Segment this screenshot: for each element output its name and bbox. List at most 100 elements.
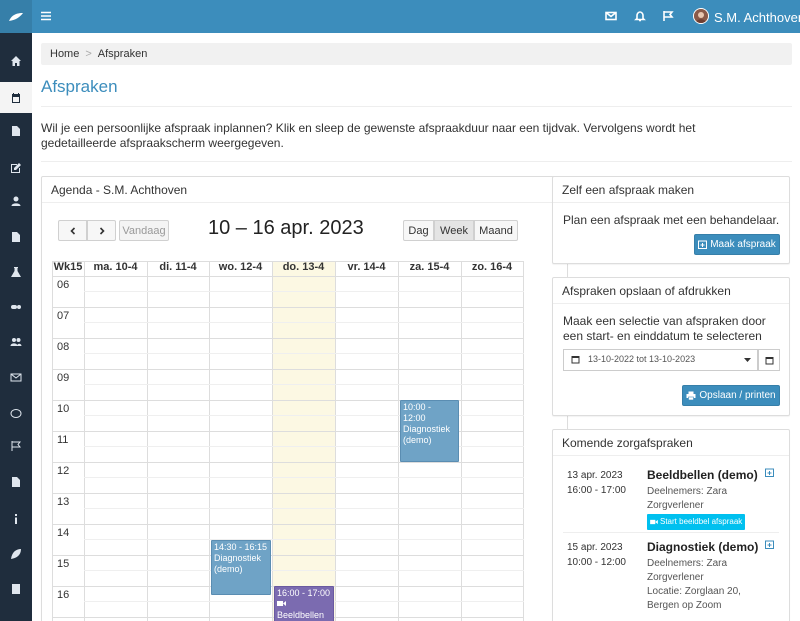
view-month-button[interactable]: Maand xyxy=(474,220,518,241)
calendar-plus-icon xyxy=(698,240,708,249)
menu-toggle-button[interactable] xyxy=(40,10,52,25)
sidebar-item-book[interactable] xyxy=(0,573,32,604)
breadcrumb-home-link[interactable]: Home xyxy=(50,48,79,60)
breadcrumb-current: Afspraken xyxy=(97,48,148,60)
user-name[interactable]: S.M. Achthoven xyxy=(714,10,800,25)
sidebar-item-lab[interactable] xyxy=(0,256,32,287)
sidebar-item-home[interactable] xyxy=(0,45,32,76)
divider xyxy=(563,532,779,533)
calendar-event[interactable]: 16:00 - 17:00 Beeldbellen xyxy=(274,586,334,621)
file-icon xyxy=(12,125,20,136)
add-to-calendar-button[interactable] xyxy=(765,468,774,480)
flag-icon xyxy=(11,440,22,451)
calendar-icon xyxy=(571,356,580,364)
today-button[interactable]: Vandaag xyxy=(119,220,169,241)
notifications-button[interactable] xyxy=(634,10,646,22)
next-button[interactable] xyxy=(87,220,116,241)
calendar-picker-button[interactable] xyxy=(758,349,780,371)
day-header: zo. 16-4 xyxy=(471,261,513,273)
view-day-button[interactable]: Dag xyxy=(403,220,434,241)
hour-label: 08 xyxy=(57,341,70,353)
sidebar-item-document[interactable] xyxy=(0,221,32,252)
day-header: wo. 12-4 xyxy=(218,261,263,273)
day-header: za. 15-4 xyxy=(409,261,450,273)
sidebar-item-leaf[interactable] xyxy=(0,538,32,569)
panel-title: Zelf een afspraak maken xyxy=(553,177,789,203)
today-column xyxy=(272,261,335,621)
pills-icon xyxy=(11,304,21,309)
document-icon xyxy=(12,231,20,242)
day-header: di. 11-4 xyxy=(159,261,197,273)
sidebar-item-calendar[interactable] xyxy=(0,82,32,113)
day-header: vr. 14-4 xyxy=(347,261,386,273)
calendar-event[interactable]: 14:30 - 16:15 Diagnostiek (demo) xyxy=(211,540,271,595)
make-appointment-button[interactable]: Maak afspraak xyxy=(694,234,780,255)
day-header: do. 13-4 xyxy=(282,261,325,273)
video-icon xyxy=(277,601,286,606)
grid-line xyxy=(52,369,524,370)
video-icon xyxy=(650,519,658,525)
add-to-calendar-button[interactable] xyxy=(765,540,774,552)
appointment-time: 16:00 - 17:00 xyxy=(567,485,626,496)
avatar[interactable] xyxy=(693,8,709,24)
hour-label: 06 xyxy=(57,279,70,291)
chevron-right-icon xyxy=(99,226,105,235)
event-title: Diagnostiek (demo) xyxy=(403,424,451,445)
users-icon xyxy=(10,337,22,346)
sidebar-item-chat[interactable] xyxy=(0,398,32,429)
sidebar-item-medication[interactable] xyxy=(0,291,32,322)
sidebar-item-user[interactable] xyxy=(0,185,32,216)
day-header: ma. 10-4 xyxy=(93,261,138,273)
grid-line xyxy=(52,261,524,262)
envelope-icon xyxy=(605,11,617,21)
grid-line xyxy=(272,261,273,621)
sidebar-item-file2[interactable] xyxy=(0,466,32,497)
view-week-button[interactable]: Week xyxy=(434,220,474,241)
calendar-plus-icon xyxy=(765,468,774,477)
agenda-panel: Agenda - S.M. Achthoven Vandaag 10 – 16 … xyxy=(41,176,568,621)
grid-line xyxy=(52,462,524,463)
messages-button[interactable] xyxy=(605,10,617,22)
week-grid[interactable]: Wk15 ma. 10-4 di. 11-4 wo. 12-4 do. 13-4… xyxy=(52,261,524,621)
sidebar-item-info[interactable] xyxy=(0,503,32,534)
sidebar-item-file[interactable] xyxy=(0,115,32,146)
flag-button[interactable] xyxy=(662,10,674,22)
event-time: 16:00 - 17:00 xyxy=(277,588,331,598)
appointment-details: Deelnemers: Zara Zorgverlener Locatie: Z… xyxy=(647,557,757,613)
envelope-icon xyxy=(10,373,22,381)
divider xyxy=(41,161,792,162)
intro-text: Wil je een persoonlijke afspraak inplann… xyxy=(41,121,696,150)
hamburger-icon xyxy=(41,11,51,21)
upcoming-appointments-panel: Komende zorgafspraken 13 apr. 2023 16:00… xyxy=(552,429,790,621)
grid-line xyxy=(52,524,524,525)
grid-line xyxy=(461,261,462,621)
sidebar-item-edit[interactable] xyxy=(0,152,32,183)
calendar-event[interactable]: 10:00 - 12:00 Diagnostiek (demo) xyxy=(400,400,459,462)
home-icon xyxy=(11,55,21,66)
sidebar-item-flag[interactable] xyxy=(0,430,32,461)
sidebar-item-users[interactable] xyxy=(0,326,32,357)
sidebar-item-messages[interactable] xyxy=(0,361,32,392)
grid-line xyxy=(52,307,524,308)
event-time: 10:00 - 12:00 xyxy=(403,402,432,423)
comment-icon xyxy=(10,408,22,418)
start-video-call-button[interactable]: Start beeldbel afspraak xyxy=(647,514,746,530)
button-label: Opslaan / printen xyxy=(699,390,776,401)
panel-title: Komende zorgafspraken xyxy=(553,430,789,456)
hour-label: 14 xyxy=(57,527,70,539)
list-item[interactable]: 13 apr. 2023 16:00 - 17:00 Beeldbellen (… xyxy=(563,468,779,530)
logo[interactable] xyxy=(0,0,32,33)
calendar-icon xyxy=(12,92,20,103)
hour-label: 07 xyxy=(57,310,70,322)
button-label: Maak afspraak xyxy=(710,239,776,250)
prev-button[interactable] xyxy=(58,220,87,241)
appointment-time: 10:00 - 12:00 xyxy=(567,557,626,568)
badge-label: Start beeldbel afspraak xyxy=(660,517,743,526)
agenda-title: Agenda - S.M. Achthoven xyxy=(42,177,567,203)
list-item[interactable]: 15 apr. 2023 10:00 - 12:00 Diagnostiek (… xyxy=(563,540,779,620)
grid-line xyxy=(84,539,524,540)
save-print-button[interactable]: Opslaan / printen xyxy=(682,385,780,406)
appointment-name: Beeldbellen (demo) xyxy=(647,468,758,482)
date-range-select[interactable]: 13-10-2022 tot 13-10-2023 xyxy=(563,349,758,371)
hour-label: 16 xyxy=(57,589,70,601)
